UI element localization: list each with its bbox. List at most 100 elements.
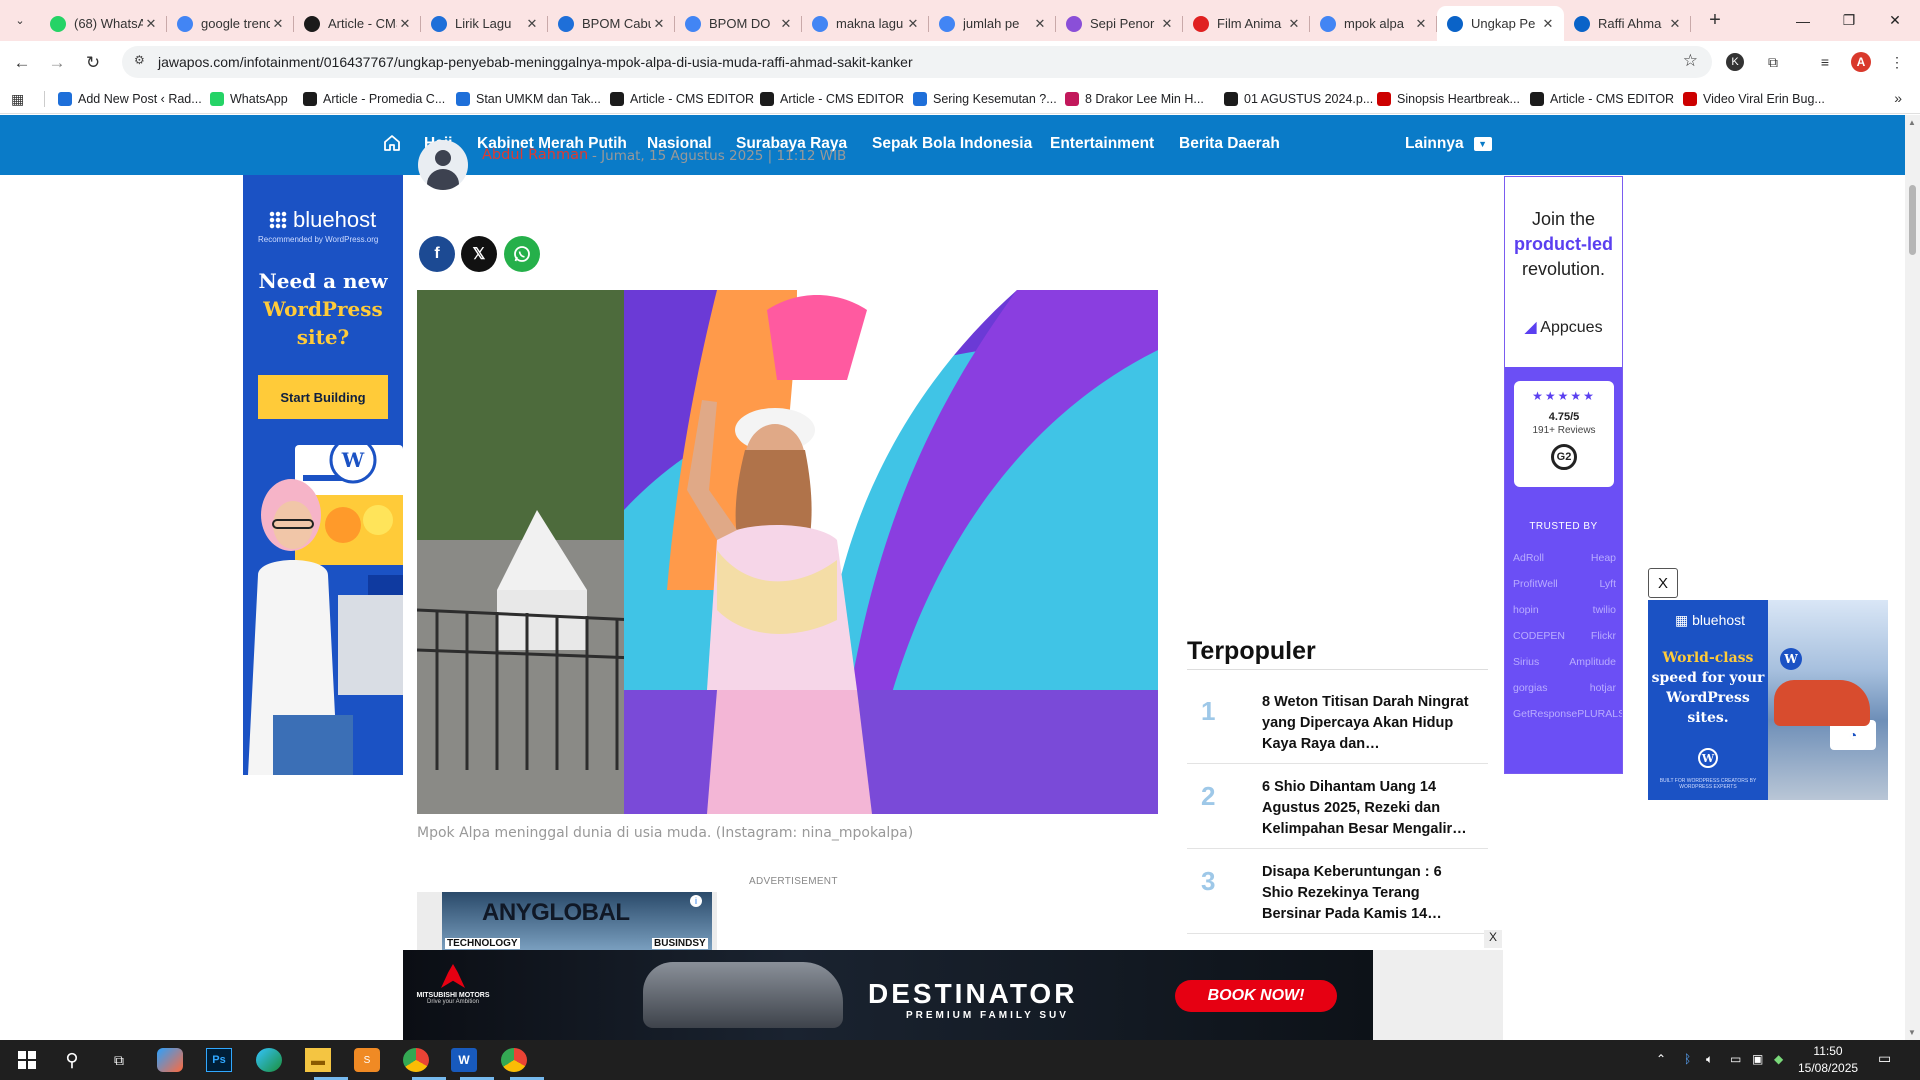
tab-close-icon[interactable]: ✕	[143, 16, 159, 32]
system-clock[interactable]: 11:50 15/08/2025	[1798, 1043, 1858, 1077]
scrollbar-thumb[interactable]	[1909, 185, 1916, 255]
word-icon[interactable]: W	[451, 1048, 477, 1072]
profile-button[interactable]: A	[1850, 51, 1872, 73]
share-whatsapp-button[interactable]	[504, 236, 540, 272]
tab-close-icon[interactable]: ✕	[778, 16, 794, 32]
address-bar[interactable]: ⚙ jawapos.com/infotainment/016437767/ung…	[122, 46, 1712, 78]
bookmark-item[interactable]: Article - CMS EDITOR	[610, 90, 754, 108]
nav-item[interactable]: Sepak Bola Indonesia	[872, 135, 1032, 153]
tab-close-icon[interactable]: ✕	[651, 16, 667, 32]
bookmark-star-icon[interactable]: ☆	[1683, 51, 1698, 71]
display-icon[interactable]: ▣	[1752, 1052, 1763, 1066]
chrome-icon[interactable]	[403, 1048, 429, 1072]
browser-tab[interactable]: Raffi Ahma ✕	[1564, 6, 1691, 41]
scroll-down-arrow-icon[interactable]: ▼	[1908, 1028, 1916, 1037]
bluehost-skyscraper-ad[interactable]: bluehost Recommended by WordPress.org Ne…	[243, 175, 403, 775]
security-icon[interactable]: ◆	[1774, 1052, 1783, 1066]
bookmark-item[interactable]: WhatsApp	[210, 90, 288, 108]
bookmark-item[interactable]: 8 Drakor Lee Min H...	[1065, 90, 1204, 108]
popular-title-link[interactable]: 6 Shio Dihantam Uang 14 Agustus 2025, Re…	[1262, 777, 1477, 840]
tab-close-icon[interactable]: ✕	[1286, 16, 1302, 32]
bookmark-item[interactable]: Sinopsis Heartbreak...	[1377, 90, 1520, 108]
browser-tab[interactable]: (68) WhatsApp✕	[40, 6, 167, 41]
start-button[interactable]	[14, 1048, 40, 1072]
search-icon[interactable]: ⚲	[59, 1048, 85, 1072]
book-now-button[interactable]: BOOK NOW!	[1175, 980, 1337, 1012]
tab-close-icon[interactable]: ✕	[524, 16, 540, 32]
browser-tab[interactable]: Ungkap Pe ✕	[1437, 6, 1564, 41]
tray-overflow-icon[interactable]: ⌃	[1656, 1052, 1666, 1066]
chrome-icon-2[interactable]	[501, 1048, 527, 1072]
bluehost-floating-ad[interactable]: ▦ bluehost World-class speed for your Wo…	[1648, 600, 1888, 800]
extensions-puzzle-icon[interactable]: ⧉	[1762, 51, 1784, 73]
edge-icon[interactable]	[256, 1048, 282, 1072]
browser-tab[interactable]: makna lagu ✕	[802, 6, 929, 41]
bottom-ad-close-button[interactable]: X	[1484, 930, 1502, 948]
nav-item[interactable]: Berita Daerah	[1179, 135, 1280, 153]
bookmark-item[interactable]: Stan UMKM dan Tak...	[456, 90, 601, 108]
site-info-icon[interactable]: ⚙	[134, 53, 152, 71]
close-window-button[interactable]: ✕	[1872, 0, 1918, 41]
bookmark-item[interactable]: Sering Kesemutan ?...	[913, 90, 1057, 108]
tab-close-icon[interactable]: ✕	[1032, 16, 1048, 32]
browser-tab[interactable]: mpok alpa ✕	[1310, 6, 1437, 41]
mitsubishi-banner[interactable]: MITSUBISHI MOTORS Drive your Ambition DE…	[403, 950, 1373, 1040]
url-text[interactable]: jawapos.com/infotainment/016437767/ungka…	[158, 54, 913, 70]
browser-tab[interactable]: google trends✕	[167, 6, 294, 41]
bookmark-item[interactable]: Video Viral Erin Bug...	[1683, 90, 1825, 108]
sublime-app-icon[interactable]: S	[354, 1048, 380, 1072]
browser-tab[interactable]: Article - CMS ✕	[294, 6, 421, 41]
home-icon[interactable]	[382, 133, 402, 153]
share-facebook-button[interactable]: f	[419, 236, 455, 272]
article-hero-image[interactable]	[417, 290, 1158, 814]
more-bookmarks-icon[interactable]: »	[1894, 90, 1902, 106]
restore-button[interactable]: ❐	[1826, 0, 1872, 41]
bookmark-item[interactable]: Add New Post ‹ Rad...	[58, 90, 202, 108]
tab-close-icon[interactable]: ✕	[397, 16, 413, 32]
browser-tab[interactable]: BPOM DO ✕	[675, 6, 802, 41]
new-tab-button[interactable]: +	[1702, 8, 1728, 34]
network-icon[interactable]: ▭	[1730, 1052, 1741, 1066]
bottom-sticky-ad[interactable]: X MITSUBISHI MOTORS Drive your Ambition …	[403, 930, 1503, 1040]
tab-close-icon[interactable]: ✕	[1667, 16, 1683, 32]
tab-close-icon[interactable]: ✕	[1413, 16, 1429, 32]
float-ad-close-button[interactable]: X	[1648, 568, 1678, 598]
appcues-skyscraper-ad[interactable]: Join the product-led revolution. ◢ Appcu…	[1504, 176, 1623, 774]
popular-item[interactable]: 2 6 Shio Dihantam Uang 14 Agustus 2025, R…	[1187, 765, 1488, 849]
copilot-icon[interactable]	[157, 1048, 183, 1072]
media-control-icon[interactable]: ≡	[1814, 51, 1836, 73]
bluetooth-icon[interactable]: ᛒ	[1684, 1052, 1691, 1066]
back-button[interactable]: ←	[8, 49, 36, 77]
nav-item[interactable]: Entertainment	[1050, 135, 1154, 153]
start-building-button[interactable]: Start Building	[258, 375, 388, 419]
task-view-icon[interactable]: ⧉	[106, 1048, 132, 1072]
browser-tab[interactable]: Sepi Penor ✕	[1056, 6, 1183, 41]
apps-grid-icon[interactable]: ▦	[11, 91, 24, 108]
browser-tab[interactable]: Lirik Lagu ✕	[421, 6, 548, 41]
browser-tab[interactable]: jumlah pe ✕	[929, 6, 1056, 41]
popular-title-link[interactable]: Disapa Keberuntungan : 6 Shio Rezekinya …	[1262, 862, 1477, 925]
reload-button[interactable]: ↻	[79, 49, 107, 77]
file-explorer-icon[interactable]: ▬	[305, 1048, 331, 1072]
author-name-link[interactable]: Abdul Rahman	[482, 147, 588, 163]
notification-icon[interactable]: ▭	[1878, 1050, 1891, 1067]
tab-close-icon[interactable]: ✕	[270, 16, 286, 32]
tab-close-icon[interactable]: ✕	[905, 16, 921, 32]
browser-tab[interactable]: BPOM Cabut ✕	[548, 6, 675, 41]
photoshop-icon[interactable]: Ps	[206, 1048, 232, 1072]
browser-tab[interactable]: Film Anima ✕	[1183, 6, 1310, 41]
popular-item[interactable]: 1 8 Weton Titisan Darah Ningrat yang Dipe…	[1187, 680, 1488, 764]
minimize-button[interactable]: —	[1780, 0, 1826, 41]
bookmark-item[interactable]: 01 AGUSTUS 2024.p...	[1224, 90, 1373, 108]
scroll-up-arrow-icon[interactable]: ▲	[1908, 118, 1916, 127]
tab-close-icon[interactable]: ✕	[1159, 16, 1175, 32]
tab-search-button[interactable]: ⌄	[8, 8, 32, 32]
popular-title-link[interactable]: 8 Weton Titisan Darah Ningrat yang Diper…	[1262, 692, 1477, 755]
popular-item[interactable]: 3 Disapa Keberuntungan : 6 Shio Rezekinya…	[1187, 850, 1488, 934]
adchoices-icon[interactable]: i	[690, 895, 702, 907]
bookmark-item[interactable]: Article - CMS EDITOR	[760, 90, 904, 108]
chrome-menu-icon[interactable]: ⋮	[1886, 51, 1908, 73]
nav-more-menu[interactable]: Lainnya ▼	[1405, 135, 1492, 153]
bookmark-item[interactable]: Article - CMS EDITOR	[1530, 90, 1674, 108]
tab-close-icon[interactable]: ✕	[1540, 16, 1556, 32]
